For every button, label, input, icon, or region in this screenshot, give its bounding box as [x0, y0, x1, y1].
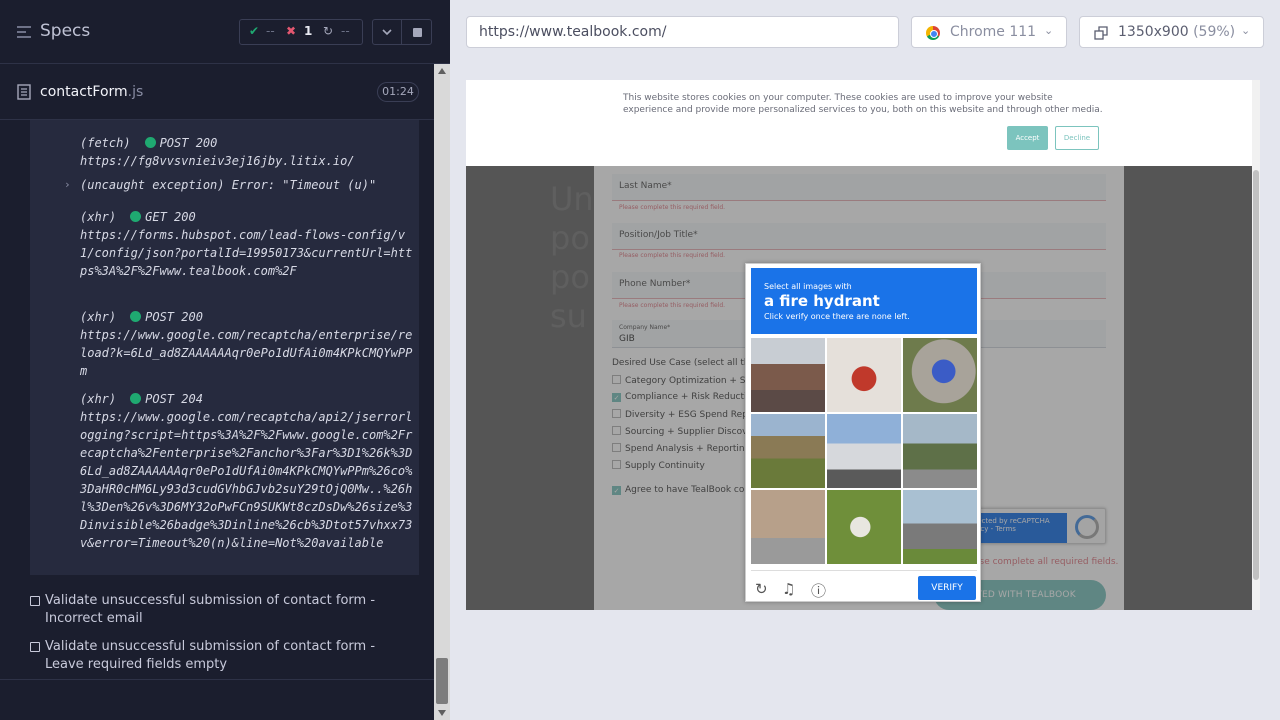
status-dot: [144, 137, 156, 148]
app-preview: This website stores cookies on your comp…: [466, 80, 1260, 610]
viewport-label: 1350x900 (59%): [1118, 24, 1236, 40]
challenge-tile[interactable]: [751, 338, 825, 412]
menu-icon[interactable]: [16, 24, 32, 40]
status-dot: [130, 311, 142, 322]
chevron-down-icon: ⌄: [1241, 24, 1251, 37]
stop-button[interactable]: [401, 19, 432, 45]
specs-title[interactable]: Specs: [40, 21, 90, 41]
viewport-icon: [1094, 26, 1108, 40]
decline-cookies-button[interactable]: Decline: [1055, 126, 1099, 150]
command-log: (fetch) POST 200 https://fg8vvsvnieiv3ej1…: [30, 120, 419, 575]
challenge-tile[interactable]: [903, 490, 977, 564]
status-dot: [130, 393, 142, 404]
spec-duration: 01:24: [377, 82, 419, 102]
status-dot: [130, 211, 142, 222]
pending-icon: ↻: [323, 24, 334, 38]
passed-count: --: [266, 24, 275, 38]
chrome-icon: [926, 26, 940, 40]
document-icon: [17, 84, 31, 100]
url-bar[interactable]: https://www.tealbook.com/: [466, 16, 899, 48]
recaptcha-challenge: Select all images with a fire hydrant Cl…: [745, 263, 981, 602]
spec-file-row[interactable]: contactForm.js 01:24: [0, 65, 434, 120]
challenge-tile[interactable]: [751, 414, 825, 488]
collapse-button[interactable]: [372, 19, 402, 45]
verify-button[interactable]: VERIFY: [918, 576, 976, 600]
browser-selector[interactable]: Chrome 111 ⌄: [911, 16, 1067, 48]
cookie-text: This website stores cookies on your comp…: [623, 93, 1103, 115]
challenge-tile[interactable]: [827, 338, 901, 412]
reload-icon[interactable]: ↻: [755, 580, 768, 598]
accept-cookies-button[interactable]: Accept: [1007, 126, 1048, 150]
scroll-thumb[interactable]: [1253, 170, 1259, 580]
viewport-selector[interactable]: 1350x900 (59%) ⌄: [1079, 16, 1264, 48]
spec-file-name: contactForm.js: [40, 84, 144, 100]
test-checkbox-icon: [30, 596, 40, 606]
log-entry[interactable]: (fetch) POST 200 https://fg8vvsvnieiv3ej1…: [80, 134, 416, 170]
cookie-banner: This website stores cookies on your comp…: [466, 80, 1260, 166]
cross-icon: ✖: [286, 24, 297, 38]
chevron-right-icon: ›: [64, 178, 71, 191]
challenge-tile[interactable]: [827, 414, 901, 488]
audio-icon[interactable]: ♫: [782, 580, 795, 598]
scroll-down-icon[interactable]: [438, 710, 446, 716]
log-entry[interactable]: (xhr) GET 200 https://forms.hubspot.com/l…: [80, 208, 416, 280]
failed-count: 1: [304, 24, 313, 38]
page-scrollbar[interactable]: [1252, 80, 1260, 610]
divider: [0, 679, 434, 680]
info-icon[interactable]: ⓘ: [811, 580, 826, 601]
log-entry[interactable]: (xhr) POST 204 https://www.google.com/rec…: [80, 390, 416, 552]
log-entry[interactable]: (xhr) POST 200 https://www.google.com/rec…: [80, 308, 416, 380]
pending-count: --: [341, 24, 350, 38]
scroll-thumb[interactable]: [436, 658, 448, 704]
check-icon: ✔: [249, 24, 260, 38]
test-stats: ✔ -- ✖ 1 ↻ --: [239, 19, 363, 45]
challenge-tile[interactable]: [903, 414, 977, 488]
specs-header: Specs ✔ -- ✖ 1 ↻ --: [0, 0, 450, 64]
test-checkbox-icon: [30, 642, 40, 652]
challenge-tile[interactable]: [903, 338, 977, 412]
chevron-down-icon: ⌄: [1044, 24, 1054, 37]
challenge-tile[interactable]: [827, 490, 901, 564]
challenge-tile[interactable]: [751, 490, 825, 564]
log-scrollbar[interactable]: [434, 64, 450, 720]
stop-icon: [413, 28, 422, 37]
uncaught-exception[interactable]: › (uncaught exception) Error: "Timeout (…: [64, 178, 419, 196]
runner-panel: Specs ✔ -- ✖ 1 ↻ -- contactForm.js 01:24…: [0, 0, 450, 720]
chevron-down-icon: [382, 29, 392, 36]
scroll-up-icon[interactable]: [438, 68, 446, 74]
challenge-header: Select all images with a fire hydrant Cl…: [751, 268, 977, 334]
